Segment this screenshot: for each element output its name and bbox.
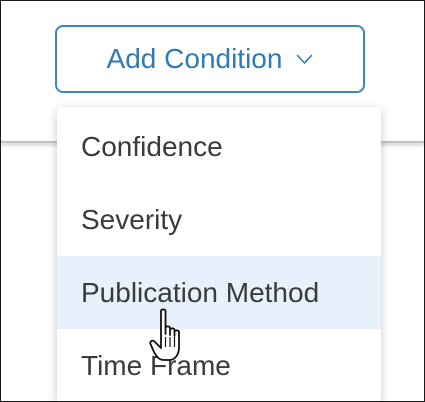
condition-dropdown-menu: Confidence Severity Publication Method T… [57, 107, 381, 401]
add-condition-label: Add Condition [106, 43, 283, 74]
menu-item-severity[interactable]: Severity [57, 183, 381, 256]
menu-item-time-frame[interactable]: Time Frame [57, 329, 381, 401]
add-condition-button[interactable]: Add Condition [55, 25, 365, 93]
menu-item-publication-method[interactable]: Publication Method [57, 256, 381, 329]
hand-cursor-icon [149, 308, 180, 361]
chevron-down-icon [297, 54, 313, 64]
screenshot-frame: Add Condition Confidence Severity Public… [0, 0, 425, 402]
menu-item-confidence[interactable]: Confidence [57, 110, 381, 183]
